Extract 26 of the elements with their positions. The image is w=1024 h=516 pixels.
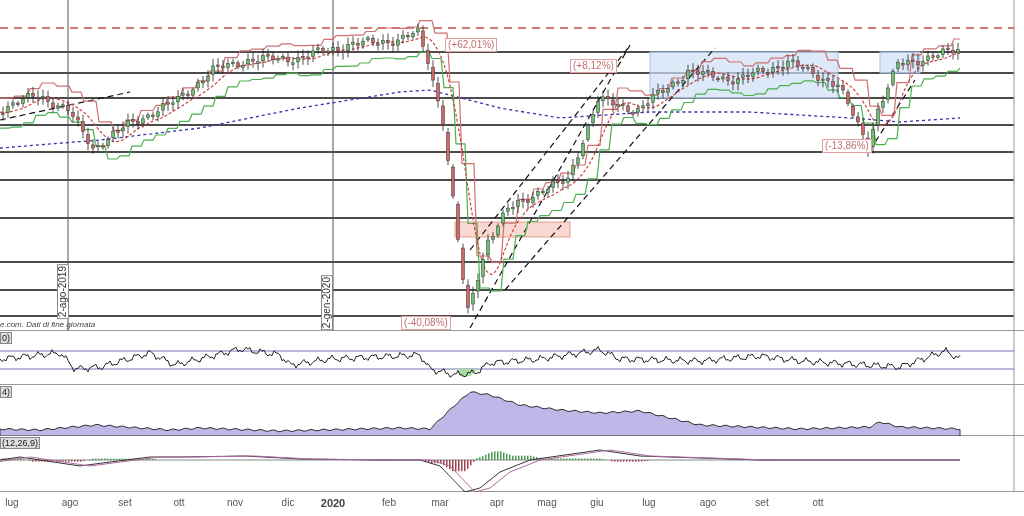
- indicator-label: 4): [0, 386, 12, 398]
- percent-change-label: (+62,01%): [445, 38, 498, 52]
- indicator-label: 0): [0, 332, 12, 344]
- month-label: lug: [642, 497, 656, 509]
- month-label: ago: [699, 497, 717, 509]
- month-label: ago: [61, 497, 79, 509]
- month-label: ott: [812, 497, 824, 509]
- month-label: ott: [173, 497, 185, 509]
- percent-change-label: (-13,86%): [822, 139, 872, 153]
- date-marker-label: 2-ago-2019: [57, 263, 69, 319]
- month-label: lug: [5, 497, 19, 509]
- month-label: set: [755, 497, 769, 509]
- month-label: mag: [537, 497, 557, 509]
- month-label: feb: [382, 497, 396, 509]
- date-marker-label: 2-gen-2020: [321, 274, 333, 330]
- indicator-label: (12,26,9): [0, 437, 41, 449]
- month-label: nov: [226, 497, 244, 509]
- percent-change-label: (-40,08%): [401, 316, 451, 330]
- month-label: apr: [489, 497, 505, 509]
- month-label: dic: [281, 497, 295, 509]
- month-label: set: [118, 497, 132, 509]
- month-label: mar: [431, 497, 449, 509]
- month-label: giu: [590, 497, 604, 509]
- percent-change-label: (+8,12%): [570, 59, 617, 73]
- source-note: e.com. Dati di fine giornata: [0, 320, 96, 329]
- month-label: 2020: [320, 497, 346, 509]
